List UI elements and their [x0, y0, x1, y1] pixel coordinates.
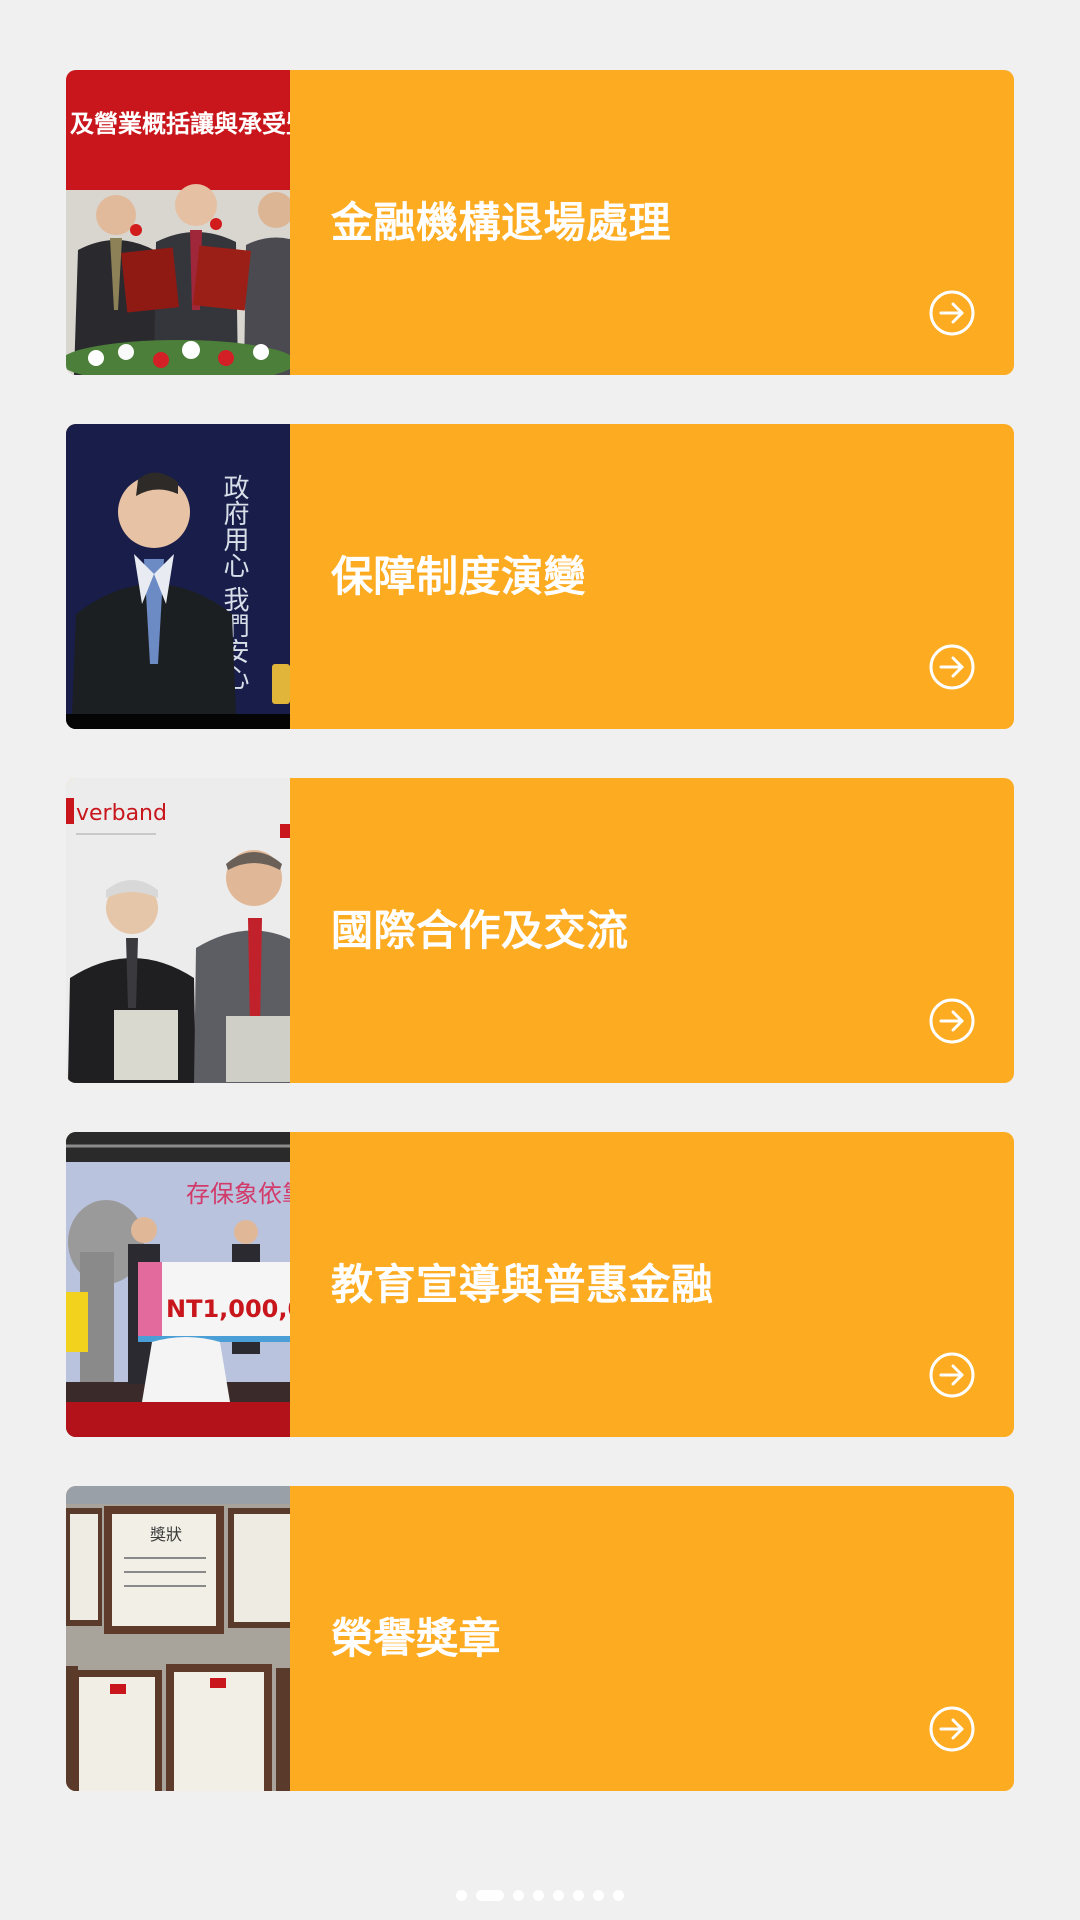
card-title: 國際合作及交流	[331, 906, 629, 955]
photo-banner-text: 存保象依靠	[186, 1180, 290, 1208]
circle-arrow-right-icon[interactable]	[928, 997, 976, 1045]
card-list: 及營業概括讓與承受暨 金融機構退場處理 政府用心 我們安心 保障制度演變 ver…	[66, 70, 1014, 1840]
page-dot[interactable]	[593, 1889, 604, 1901]
card-photo-two-men-certificates: verband	[66, 778, 290, 1083]
card-title: 榮譽獎章	[331, 1614, 502, 1663]
circle-arrow-right-icon[interactable]	[928, 1705, 976, 1753]
page-indicator[interactable]	[0, 1889, 1080, 1901]
card-photo-signing-ceremony: 及營業概括讓與承受暨	[66, 70, 290, 375]
card-protection-system-evolution[interactable]: 政府用心 我們安心 保障制度演變	[66, 424, 1014, 729]
circle-arrow-right-icon[interactable]	[928, 643, 976, 691]
photo-banner-text: 及營業概括讓與承受暨	[70, 110, 290, 138]
card-financial-institution-exit[interactable]: 及營業概括讓與承受暨 金融機構退場處理	[66, 70, 1014, 375]
card-honors-medals[interactable]: 獎狀 榮譽獎章	[66, 1486, 1014, 1791]
card-photo-award-ceremony: 存保象依靠 NT1,000,000	[66, 1132, 290, 1437]
page-dot[interactable]	[613, 1889, 624, 1901]
page-dot[interactable]	[553, 1889, 564, 1901]
card-photo-award-certificates: 獎狀	[66, 1486, 290, 1791]
card-international-cooperation[interactable]: verband 國際合作及交流	[66, 778, 1014, 1083]
card-education-inclusive-finance[interactable]: 存保象依靠 NT1,000,000 教育宣導與普惠金融	[66, 1132, 1014, 1437]
page-dot-active[interactable]	[476, 1889, 504, 1901]
photo-banner-text: verband	[76, 801, 167, 826]
photo-certificate-text: 獎狀	[150, 1525, 182, 1544]
card-photo-portrait: 政府用心 我們安心	[66, 424, 290, 729]
page-dot[interactable]	[513, 1889, 524, 1901]
photo-check-amount: NT1,000,000	[166, 1295, 290, 1323]
page-dot[interactable]	[456, 1889, 467, 1901]
card-title: 教育宣導與普惠金融	[331, 1260, 714, 1309]
page-dot[interactable]	[533, 1889, 544, 1901]
circle-arrow-right-icon[interactable]	[928, 289, 976, 337]
circle-arrow-right-icon[interactable]	[928, 1351, 976, 1399]
page-dot[interactable]	[573, 1889, 584, 1901]
card-title: 保障制度演變	[331, 552, 587, 601]
card-title: 金融機構退場處理	[331, 198, 672, 247]
